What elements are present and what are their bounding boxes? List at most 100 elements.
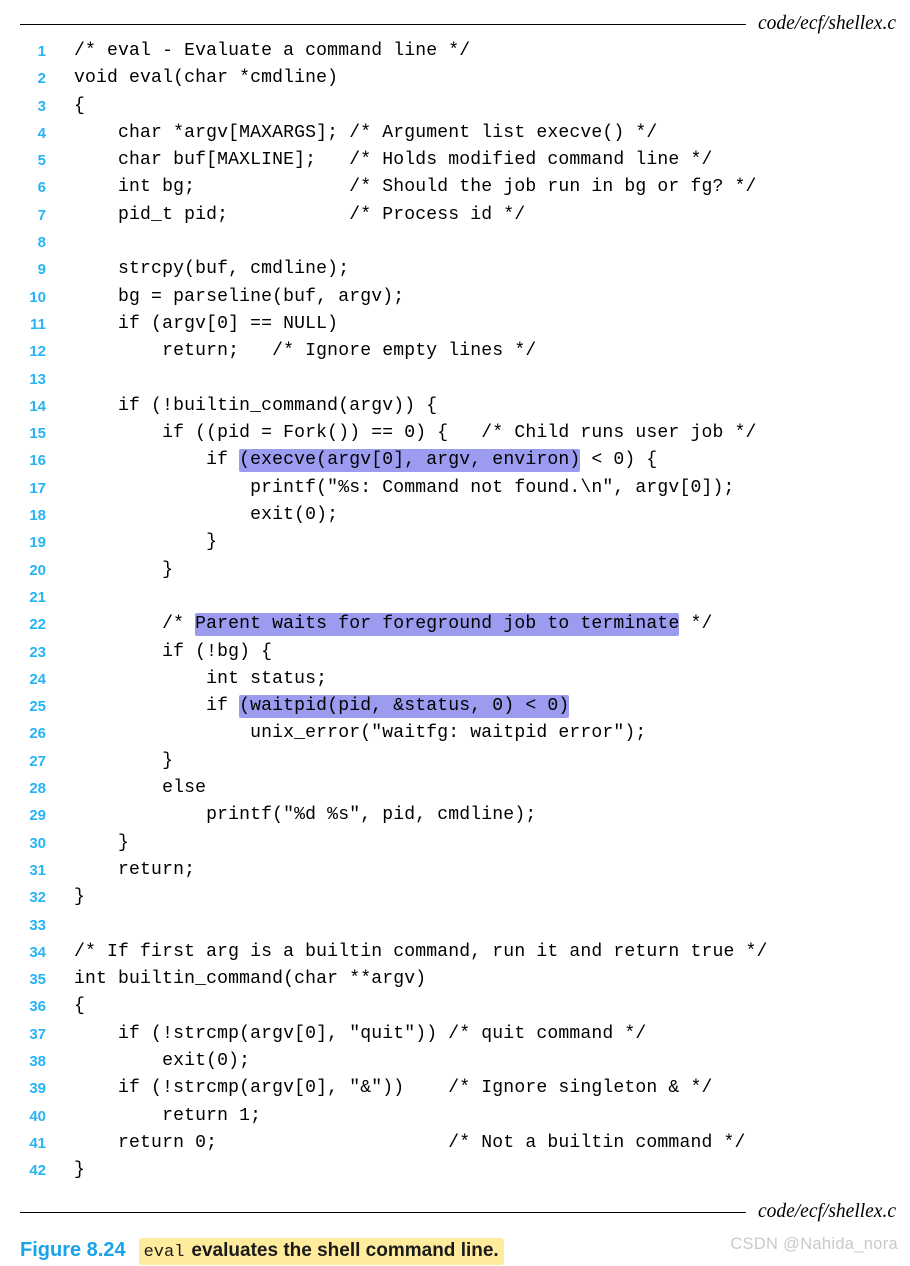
code-span: if bbox=[74, 696, 240, 717]
line-number: 24 bbox=[29, 670, 46, 688]
code-span: char *argv[MAXARGS]; /* Argument list ex… bbox=[74, 122, 658, 143]
code-line: 1 /* eval - Evaluate a command line */ bbox=[0, 38, 910, 65]
code-text: exit(0); bbox=[74, 1048, 250, 1075]
code-text: if (!strcmp(argv[0], "&")) /* Ignore sin… bbox=[74, 1075, 712, 1102]
line-number: 35 bbox=[29, 971, 46, 989]
code-line: 11 if (argv[0] == NULL) bbox=[0, 311, 910, 338]
code-line: 31 return; bbox=[0, 857, 910, 884]
code-text: printf("%s: Command not found.\n", argv[… bbox=[74, 475, 734, 502]
code-line: 32} bbox=[0, 884, 910, 911]
code-text: { bbox=[74, 93, 85, 120]
line-number: 10 bbox=[29, 288, 46, 306]
code-line: 9 strcpy(buf, cmdline); bbox=[0, 256, 910, 283]
code-span: bg = parseline(buf, argv); bbox=[74, 286, 405, 307]
code-line: 40 return 1; bbox=[0, 1103, 910, 1130]
code-line: 37 if (!strcmp(argv[0], "quit")) /* quit… bbox=[0, 1021, 910, 1048]
line-number: 33 bbox=[29, 916, 46, 934]
code-span: char buf[MAXLINE]; /* Holds modified com… bbox=[74, 150, 713, 171]
caption-text: evaluates the shell command line. bbox=[191, 1240, 499, 1261]
caption-highlight: eval evaluates the shell command line. bbox=[138, 1238, 504, 1265]
code-span: } bbox=[74, 750, 174, 771]
code-text: /* Parent waits for foreground job to te… bbox=[74, 611, 712, 638]
line-number: 16 bbox=[29, 452, 46, 470]
code-line: 21 bbox=[0, 584, 910, 611]
code-text: if (execve(argv[0], argv, environ) < 0) … bbox=[74, 447, 657, 474]
code-span: if (!strcmp(argv[0], "quit")) /* quit co… bbox=[74, 1023, 647, 1044]
code-text: int bg; /* Should the job run in bg or f… bbox=[74, 174, 757, 201]
line-number: 14 bbox=[29, 397, 46, 415]
code-line: 28 else bbox=[0, 775, 910, 802]
code-line: 22 /* Parent waits for foreground job to… bbox=[0, 611, 910, 638]
line-number: 9 bbox=[37, 261, 46, 279]
code-line: 6 int bg; /* Should the job run in bg or… bbox=[0, 174, 910, 201]
line-number: 30 bbox=[29, 834, 46, 852]
code-line: 42} bbox=[0, 1157, 910, 1184]
code-text: strcpy(buf, cmdline); bbox=[74, 256, 349, 283]
code-span: } bbox=[74, 832, 130, 853]
code-text: if ((pid = Fork()) == 0) { /* Child runs… bbox=[74, 420, 757, 447]
code-text: bg = parseline(buf, argv); bbox=[74, 284, 404, 311]
line-number: 20 bbox=[29, 561, 46, 579]
code-text: return; bbox=[74, 857, 195, 884]
code-listing: 1 /* eval - Evaluate a command line */ 2 vo… bbox=[0, 38, 910, 1184]
code-line: 15 if ((pid = Fork()) == 0) { /* Child r… bbox=[0, 420, 910, 447]
line-number: 42 bbox=[29, 1162, 46, 1180]
code-line: 8 bbox=[0, 229, 910, 256]
code-text: int status; bbox=[74, 666, 327, 693]
code-text: } bbox=[74, 1157, 85, 1184]
line-number: 41 bbox=[29, 1134, 46, 1152]
code-span: if bbox=[74, 450, 240, 471]
csdn-watermark: CSDN @Nahida_nora bbox=[730, 1235, 898, 1253]
code-span: */ bbox=[679, 614, 713, 635]
code-highlight-span: Parent waits for foreground job to termi… bbox=[195, 613, 680, 637]
line-number: 31 bbox=[29, 861, 46, 879]
code-text: else bbox=[74, 775, 206, 802]
source-file-path-bottom: code/ecf/shellex.c bbox=[757, 1201, 896, 1222]
line-number: 25 bbox=[29, 698, 46, 716]
code-text: } bbox=[74, 529, 217, 556]
line-number: 12 bbox=[29, 343, 46, 361]
code-text: } bbox=[74, 884, 85, 911]
line-number: 28 bbox=[29, 780, 46, 798]
line-number: 2 bbox=[37, 70, 46, 88]
code-span: return 1; bbox=[74, 1105, 262, 1126]
line-number: 4 bbox=[37, 124, 46, 142]
code-text: } bbox=[74, 557, 173, 584]
figure-caption: Figure 8.24 eval evaluates the shell com… bbox=[20, 1238, 504, 1265]
line-number: 36 bbox=[29, 998, 46, 1016]
code-line: 27 } bbox=[0, 748, 910, 775]
code-line: 25 if (waitpid(pid, &status, 0) < 0) bbox=[0, 693, 910, 720]
code-line: 26 unix_error("waitfg: waitpid error"); bbox=[0, 720, 910, 747]
code-line: 10 bg = parseline(buf, argv); bbox=[0, 284, 910, 311]
line-number: 39 bbox=[29, 1080, 46, 1098]
code-text: unix_error("waitfg: waitpid error"); bbox=[74, 720, 646, 747]
code-span: if (!strcmp(argv[0], "&")) /* Ignore sin… bbox=[74, 1078, 713, 1099]
source-file-path-top: code/ecf/shellex.c bbox=[757, 13, 896, 34]
figure-number-label: Figure 8.24 bbox=[20, 1239, 126, 1261]
code-text: return 1; bbox=[74, 1103, 261, 1130]
code-span: { bbox=[74, 95, 86, 116]
code-span: } bbox=[74, 1160, 86, 1181]
code-text: pid_t pid; /* Process id */ bbox=[74, 202, 525, 229]
line-number: 11 bbox=[30, 315, 46, 333]
line-number: 18 bbox=[29, 507, 46, 525]
code-line: 16 if (execve(argv[0], argv, environ) < … bbox=[0, 447, 910, 474]
line-number: 15 bbox=[29, 425, 46, 443]
code-line: 30 } bbox=[0, 830, 910, 857]
code-text: } bbox=[74, 748, 173, 775]
line-number: 34 bbox=[29, 943, 46, 961]
line-number: 17 bbox=[29, 479, 46, 497]
line-number: 29 bbox=[29, 807, 46, 825]
code-span: int builtin_command(char **argv) bbox=[74, 969, 427, 990]
code-span: if ((pid = Fork()) == 0) { /* Child runs… bbox=[74, 423, 757, 444]
code-line: 33 bbox=[0, 912, 910, 939]
code-span: { bbox=[74, 996, 86, 1017]
line-number: 6 bbox=[37, 179, 46, 197]
code-span: } bbox=[74, 559, 174, 580]
code-span: int status; bbox=[74, 668, 328, 689]
code-line: 2 void eval(char *cmdline) bbox=[0, 65, 910, 92]
line-number: 5 bbox=[37, 152, 46, 170]
code-line: 5 char buf[MAXLINE]; /* Holds modified c… bbox=[0, 147, 910, 174]
code-text: return 0; /* Not a builtin command */ bbox=[74, 1130, 746, 1157]
code-line: 38 exit(0); bbox=[0, 1048, 910, 1075]
